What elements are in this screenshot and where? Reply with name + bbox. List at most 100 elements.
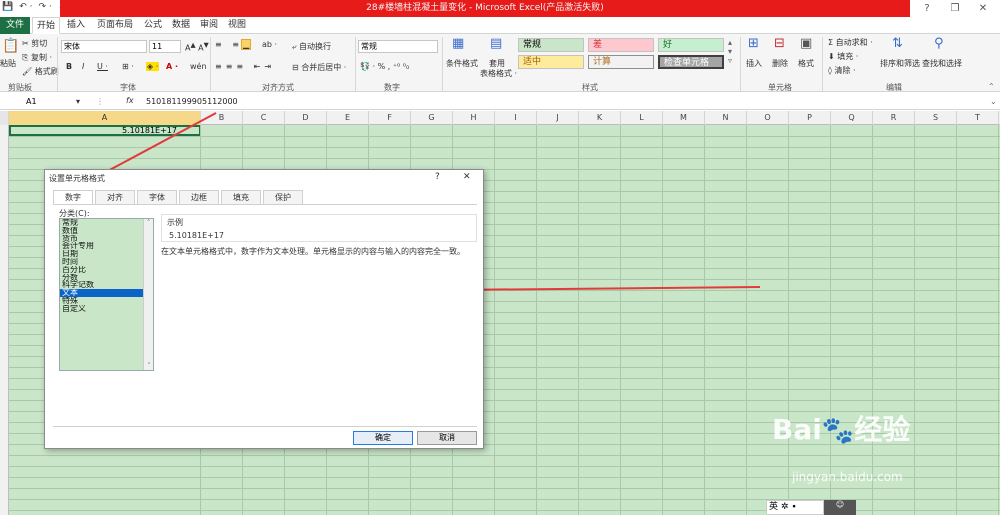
redo-icon[interactable]: ↷ · xyxy=(38,2,51,12)
cancel-button[interactable]: 取消 xyxy=(417,431,477,445)
format-cells-button[interactable]: 格式 xyxy=(798,58,814,69)
column-header[interactable]: S xyxy=(915,111,957,125)
vertical-align-icons[interactable]: ≡ ≡ xyxy=(215,40,243,49)
insert-cells-button[interactable]: 插入 xyxy=(746,58,762,69)
dialog-tab-font[interactable]: 字体 xyxy=(137,190,177,204)
delete-cells-icon[interactable]: ⊟ xyxy=(774,36,785,51)
horizontal-align-icons[interactable]: ≡≡≡ ⇤⇥ xyxy=(215,62,275,71)
dialog-tab-border[interactable]: 边框 xyxy=(179,190,219,204)
column-header[interactable]: R xyxy=(873,111,915,125)
number-format-icons[interactable]: 💱 · % , ⁺⁰ ⁰₀ xyxy=(360,62,409,71)
column-header[interactable]: M xyxy=(663,111,705,125)
dialog-close-button[interactable]: ✕ xyxy=(463,172,471,182)
column-header[interactable]: G xyxy=(411,111,453,125)
orientation-icon[interactable]: ab · xyxy=(262,40,277,49)
dialog-tab-number[interactable]: 数字 xyxy=(53,190,93,205)
column-header[interactable]: D xyxy=(285,111,327,125)
ime-indicator[interactable]: 英 ✲ ∙ xyxy=(766,500,824,515)
tab-formulas[interactable]: 公式 xyxy=(140,17,166,34)
category-item[interactable]: 时间 xyxy=(60,258,153,266)
column-header[interactable]: Q xyxy=(831,111,873,125)
category-item[interactable]: 会计专用 xyxy=(60,242,153,250)
category-item[interactable]: 数值 xyxy=(60,227,153,235)
insert-cells-icon[interactable]: ⊞ xyxy=(748,36,759,51)
cell-a1[interactable]: 5.10181E+17 xyxy=(9,125,201,136)
category-item[interactable]: 科学记数 xyxy=(60,281,153,289)
number-format-combo[interactable]: 常规 xyxy=(358,40,438,53)
bold-button[interactable]: B xyxy=(66,62,72,71)
column-header[interactable]: J xyxy=(537,111,579,125)
sort-filter-button[interactable]: 排序和筛选 xyxy=(880,58,920,69)
tab-review[interactable]: 审阅 xyxy=(196,17,222,34)
column-header[interactable]: T xyxy=(957,111,999,125)
formula-input[interactable]: 510181199905112000 xyxy=(146,97,238,106)
delete-cells-button[interactable]: 删除 xyxy=(772,58,788,69)
dialog-tab-alignment[interactable]: 对齐 xyxy=(95,190,135,204)
clear-button[interactable]: ◊ 清除 · xyxy=(828,65,856,76)
border-icon[interactable]: ⊞ · xyxy=(122,62,134,71)
style-neutral[interactable]: 适中 xyxy=(518,55,584,69)
format-as-table-icon[interactable]: ▤ xyxy=(490,36,502,51)
fill-color-icon[interactable]: ◈ · xyxy=(146,62,160,71)
conditional-format-icon[interactable]: ▦ xyxy=(452,36,464,51)
copy-button[interactable]: ⎘ 复制 · xyxy=(22,52,52,63)
column-header[interactable]: K xyxy=(579,111,621,125)
style-good[interactable]: 好 xyxy=(658,38,724,52)
listbox-scrollbar[interactable]: ˄ ˅ xyxy=(143,219,153,370)
undo-icon[interactable]: ↶ · xyxy=(19,2,32,12)
category-item[interactable]: 分数 xyxy=(60,274,153,282)
collapse-ribbon-icon[interactable]: ⌃ xyxy=(988,82,995,91)
style-calculation[interactable]: 计算 xyxy=(588,55,654,69)
ok-button[interactable]: 确定 xyxy=(353,431,413,445)
format-painter-button[interactable]: 🖌 格式刷 xyxy=(22,66,59,77)
category-listbox[interactable]: ˄ ˅ 常规 数值 货币 会计专用 日期 时间 百分比 分数 科学记数 文本 特殊 自定义 xyxy=(59,218,154,371)
column-header[interactable]: I xyxy=(495,111,537,125)
find-select-button[interactable]: 查找和选择 xyxy=(922,58,962,69)
category-item[interactable]: 自定义 xyxy=(60,305,153,313)
font-name-combo[interactable]: 宋体 xyxy=(61,40,147,53)
font-size-combo[interactable]: 11 xyxy=(149,40,181,53)
styles-scroll-icon[interactable]: ▴ ▾ ▿ xyxy=(728,38,732,65)
phonetic-icon[interactable]: wén · xyxy=(190,62,212,71)
tab-data[interactable]: 数据 xyxy=(168,17,194,34)
tab-home[interactable]: 开始 xyxy=(32,17,60,34)
style-normal[interactable]: 常规 xyxy=(518,38,584,52)
style-bad[interactable]: 差 xyxy=(588,38,654,52)
select-all-corner[interactable] xyxy=(0,111,9,125)
column-header[interactable]: O xyxy=(747,111,789,125)
expand-formula-icon[interactable]: ⌄ xyxy=(990,97,997,106)
dialog-tab-protection[interactable]: 保护 xyxy=(263,190,303,204)
dialog-help-button[interactable]: ? xyxy=(435,172,440,182)
find-select-icon[interactable]: ⚲ xyxy=(934,36,944,51)
merge-center-button[interactable]: ⊟ 合并后居中 · xyxy=(292,62,346,73)
close-icon[interactable]: ✕ xyxy=(968,0,998,17)
conditional-format-button[interactable]: 条件格式 xyxy=(446,58,478,69)
paste-button[interactable]: 粘贴 xyxy=(0,58,16,69)
category-item[interactable]: 常规 xyxy=(60,219,153,227)
autosum-button[interactable]: Σ 自动求和 · xyxy=(828,37,873,48)
column-header[interactable]: H xyxy=(453,111,495,125)
column-header[interactable]: L xyxy=(621,111,663,125)
column-header[interactable]: A xyxy=(9,111,201,125)
tab-file[interactable]: 文件 xyxy=(0,17,30,34)
style-check-cell[interactable]: 检查单元格 xyxy=(658,55,724,69)
category-item[interactable]: 日期 xyxy=(60,250,153,258)
category-item[interactable]: 货币 xyxy=(60,235,153,243)
underline-button[interactable]: U · xyxy=(97,62,108,71)
insert-function-icon[interactable]: fx xyxy=(126,96,134,105)
column-header[interactable]: C xyxy=(243,111,285,125)
fill-button[interactable]: ⬇ 填充 · xyxy=(828,51,858,62)
dialog-tab-fill[interactable]: 填充 xyxy=(221,190,261,204)
category-item[interactable]: 百分比 xyxy=(60,266,153,274)
wrap-text-button[interactable]: ⤶ 自动换行 xyxy=(292,41,331,52)
tab-view[interactable]: 视图 xyxy=(224,17,250,34)
cut-button[interactable]: ✂ 剪切 xyxy=(22,38,47,49)
font-color-icon[interactable]: A · xyxy=(166,62,178,71)
column-header[interactable]: B xyxy=(201,111,243,125)
tab-insert[interactable]: 插入 xyxy=(62,17,90,34)
category-item[interactable]: 文本 xyxy=(60,289,153,297)
column-header[interactable]: F xyxy=(369,111,411,125)
column-header[interactable]: P xyxy=(789,111,831,125)
column-header[interactable]: N xyxy=(705,111,747,125)
paste-icon[interactable]: 📋 xyxy=(2,38,19,54)
